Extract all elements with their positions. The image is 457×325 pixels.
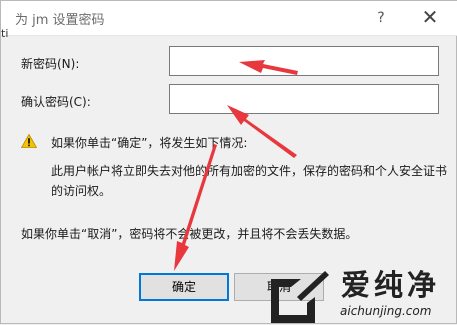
new-password-label: 新密码(N): — [21, 57, 80, 71]
dialog-title: 为 jm 设置密码 — [15, 13, 105, 28]
ok-button[interactable]: 确定 — [139, 273, 229, 301]
close-icon[interactable]: ✕ — [417, 5, 443, 29]
help-icon[interactable]: ? — [369, 7, 393, 29]
warning-body: 此用户帐户将立即失去对他的所有加密的文件，保存的密码和个人安全证书的访问权。 — [51, 164, 448, 198]
cancel-note: 如果你单击“取消”，密码将不会被更改，并且将不会丢失数据。 — [21, 227, 358, 241]
brand-logo-icon — [271, 271, 329, 323]
new-password-input[interactable] — [169, 46, 439, 76]
background-window-text: ti — [1, 27, 9, 40]
set-password-dialog: 为 jm 设置密码 ? ✕ ti 新密码(N): 确认密码(C): 如果你单击“… — [0, 0, 457, 324]
watermark-url: aichunjing.com — [340, 304, 432, 318]
watermark-brand: 爱纯净 — [341, 268, 441, 302]
confirm-password-input[interactable] — [169, 84, 439, 114]
title-bar: 为 jm 设置密码 ? ✕ — [1, 1, 457, 36]
warning-title: 如果你单击“确定”，将发生如下情况: — [51, 136, 248, 150]
confirm-password-label: 确认密码(C): — [21, 95, 91, 109]
warning-icon — [21, 134, 37, 148]
